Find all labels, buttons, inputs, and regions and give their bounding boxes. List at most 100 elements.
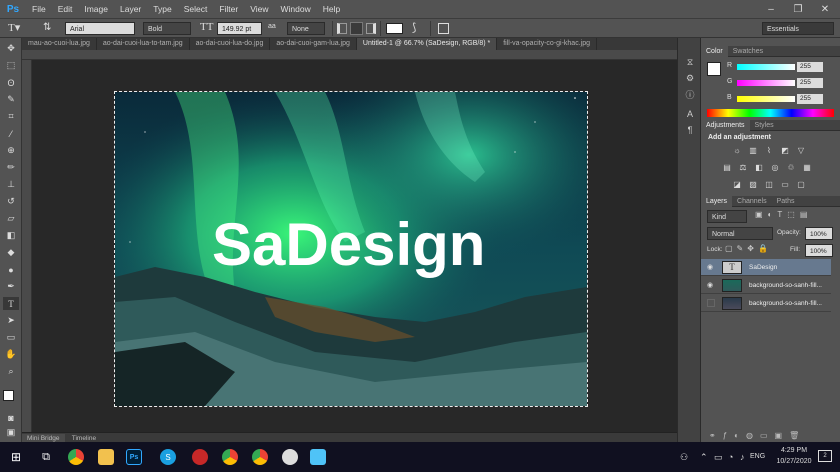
healing-brush-tool-icon[interactable]: ⊕ <box>3 144 19 157</box>
history-brush-tool-icon[interactable]: ↺ <box>3 195 19 208</box>
tab-adjustments[interactable]: Adjustments <box>701 120 750 131</box>
app-icon-white[interactable] <box>282 449 298 465</box>
maximize-button[interactable]: ❐ <box>785 0 811 18</box>
skype-icon[interactable]: S <box>160 449 176 465</box>
font-size-field[interactable]: 149.92 pt <box>217 22 262 35</box>
font-style-select[interactable]: Bold <box>143 22 191 35</box>
tab-channels[interactable]: Channels <box>732 196 772 207</box>
task-view-icon[interactable]: ⧉ <box>38 449 54 465</box>
zoom-tool-icon[interactable]: ⌕ <box>3 365 19 378</box>
layer-filter-select[interactable]: Kind <box>707 210 747 223</box>
tab-document[interactable]: ao-dai-cuoi-lua-to-tam.jpg <box>97 38 190 50</box>
workspace-select[interactable]: Essentials <box>762 22 834 35</box>
character-panel-icon[interactable]: A <box>683 108 697 120</box>
pen-tool-icon[interactable]: ✒ <box>3 280 19 293</box>
menu-image[interactable]: Image <box>78 0 114 18</box>
color-spectrum-bar[interactable] <box>707 109 834 117</box>
tab-document[interactable]: fill-va-opacity-co-gi-khac.jpg <box>497 38 597 50</box>
app-icon-blue[interactable] <box>310 449 326 465</box>
visibility-eye-icon[interactable]: ◉ <box>707 281 716 290</box>
move-tool-icon[interactable]: ✥ <box>3 42 19 55</box>
paragraph-panel-icon[interactable]: ¶ <box>683 124 697 136</box>
color-balance-icon[interactable]: ⚖ <box>737 162 749 172</box>
exposure-icon[interactable]: ◩ <box>779 145 791 155</box>
tab-styles[interactable]: Styles <box>750 120 779 131</box>
tab-layers[interactable]: Layers <box>701 196 733 207</box>
opacity-field[interactable]: 100% <box>805 227 833 240</box>
battery-icon[interactable]: ▭ <box>714 452 723 463</box>
brightness-icon[interactable]: ☼ <box>731 145 743 155</box>
color-lookup-icon[interactable]: ▦ <box>801 162 813 172</box>
chrome-icon[interactable] <box>222 449 238 465</box>
screen-mode-icon[interactable]: ▣ <box>3 426 19 439</box>
blue-value-field[interactable]: 255 <box>797 94 823 104</box>
minimize-button[interactable]: – <box>758 0 784 18</box>
quick-select-tool-icon[interactable]: ✎ <box>3 93 19 106</box>
file-explorer-icon[interactable] <box>98 449 114 465</box>
visibility-toggle-off[interactable] <box>707 299 715 307</box>
rectangle-tool-icon[interactable]: ▭ <box>3 331 19 344</box>
hand-tool-icon[interactable]: ✋ <box>3 348 19 361</box>
dodge-tool-icon[interactable]: ● <box>3 263 19 276</box>
menu-window[interactable]: Window <box>274 0 316 18</box>
tab-document[interactable]: mau-ao-cuoi-lua.jpg <box>22 38 97 50</box>
visibility-eye-icon[interactable]: ◉ <box>707 263 716 272</box>
red-value-field[interactable]: 255 <box>797 62 823 72</box>
menu-select[interactable]: Select <box>178 0 214 18</box>
hue-saturation-icon[interactable]: ▤ <box>721 162 733 172</box>
eraser-tool-icon[interactable]: ▱ <box>3 212 19 225</box>
photo-filter-icon[interactable]: ◎ <box>769 162 781 172</box>
type-tool-icon[interactable]: T <box>3 297 19 310</box>
blend-mode-select[interactable]: Normal <box>707 227 773 240</box>
anti-alias-select[interactable]: None <box>287 22 325 35</box>
align-right-icon[interactable] <box>366 23 376 34</box>
blur-tool-icon[interactable]: ◆ <box>3 246 19 259</box>
black-white-icon[interactable]: ◧ <box>753 162 765 172</box>
clock-time[interactable]: 4:29 PM <box>772 447 816 454</box>
warp-text-icon[interactable]: ⟆ <box>412 21 416 34</box>
curves-icon[interactable]: ⌇ <box>763 145 775 155</box>
layer-row-image[interactable]: background-so-sanh-fill... <box>701 295 831 312</box>
layer-row-text[interactable]: ◉ T SaDesign <box>701 259 831 276</box>
foreground-color-chip[interactable] <box>707 62 721 76</box>
quick-mask-icon[interactable]: ◙ <box>3 411 19 424</box>
menu-edit[interactable]: Edit <box>52 0 79 18</box>
brush-tool-icon[interactable]: ✏ <box>3 161 19 174</box>
character-panel-icon[interactable] <box>438 23 449 34</box>
green-value-field[interactable]: 255 <box>797 78 823 88</box>
people-icon[interactable]: ⚇ <box>680 452 688 463</box>
path-selection-tool-icon[interactable]: ➤ <box>3 314 19 327</box>
volume-icon[interactable]: ♪ <box>740 452 745 462</box>
vibrance-icon[interactable]: ▽ <box>795 145 807 155</box>
info-panel-icon[interactable]: ⓘ <box>683 88 697 100</box>
clock-date[interactable]: 10/27/2020 <box>772 458 816 465</box>
invert-icon[interactable]: ◪ <box>731 179 743 189</box>
notifications-icon[interactable]: 2 <box>818 450 832 462</box>
paint-bucket-tool-icon[interactable]: ◧ <box>3 229 19 242</box>
windows-start-icon[interactable]: ⊞ <box>8 449 24 465</box>
selective-color-icon[interactable]: ▢ <box>795 179 807 189</box>
align-center-icon[interactable] <box>350 22 363 35</box>
menu-filter[interactable]: Filter <box>213 0 244 18</box>
tab-document[interactable]: ao-dai-cuoi-lua-do.jpg <box>190 38 271 50</box>
photoshop-taskbar-icon[interactable]: Ps <box>126 449 142 465</box>
posterize-icon[interactable]: ▨ <box>747 179 759 189</box>
tab-swatches[interactable]: Swatches <box>728 46 768 57</box>
menu-file[interactable]: File <box>26 0 52 18</box>
tab-document[interactable]: ao-dai-cuoi-gam-lua.jpg <box>270 38 357 50</box>
canvas-text-layer[interactable]: SaDesign <box>212 210 485 279</box>
tray-chevron-icon[interactable]: ⌃ <box>700 452 708 463</box>
chrome-icon[interactable] <box>252 449 268 465</box>
text-color-swatch[interactable] <box>386 23 403 34</box>
tab-color[interactable]: Color <box>701 46 728 57</box>
menu-layer[interactable]: Layer <box>114 0 147 18</box>
tab-document-active[interactable]: Untitled-1 @ 66.7% (SaDesign, RGB/8) * <box>356 38 498 50</box>
text-orientation-icon[interactable]: ⇅ <box>43 22 57 35</box>
history-panel-icon[interactable]: ⧖ <box>683 56 697 68</box>
menu-type[interactable]: Type <box>147 0 177 18</box>
blue-slider[interactable] <box>737 96 795 102</box>
layers-bottom-icons[interactable]: ⚭ƒ◐◍▭▣🗑 <box>709 431 834 441</box>
align-left-icon[interactable] <box>337 23 347 34</box>
channel-mixer-icon[interactable]: ♲ <box>785 162 797 172</box>
type-tool-preset-icon[interactable]: T▾ <box>8 21 30 36</box>
